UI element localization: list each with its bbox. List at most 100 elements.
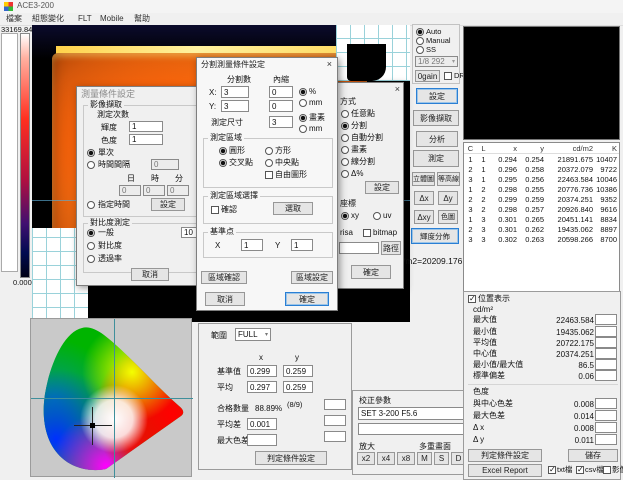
table-row[interactable]: 320.2980.25720926.8409616 [464, 204, 619, 214]
radio-normal[interactable] [87, 229, 95, 237]
split-cancel-button[interactable]: 取消 [205, 292, 245, 306]
dr-checkbox[interactable] [444, 72, 452, 80]
menu-file[interactable]: 檔案 [6, 15, 22, 23]
capture-button[interactable]: 影像擷取 [413, 110, 459, 126]
radio-mm-unit[interactable] [299, 125, 307, 133]
menu-help[interactable]: 幫助 [134, 15, 150, 23]
judge-condition-button[interactable]: 判定條件設定 [255, 451, 327, 465]
table-row[interactable]: 220.2990.25920374.2519352 [464, 194, 619, 204]
stats-judge-button[interactable]: 判定條件設定 [468, 449, 542, 462]
radio-xy[interactable] [341, 212, 349, 220]
radio-manual[interactable] [416, 37, 424, 45]
radio-auto[interactable] [416, 28, 424, 36]
excel-report-button[interactable]: Excel Report [468, 464, 542, 477]
settings-button[interactable]: 設定 [416, 88, 458, 104]
radio-single[interactable] [87, 149, 95, 157]
radio-square[interactable] [265, 147, 273, 155]
range-dropdown[interactable]: FULL▾ [235, 328, 271, 341]
radio-circle[interactable] [219, 147, 227, 155]
radio-contrast[interactable] [87, 242, 95, 250]
method-dialog[interactable]: × 方式 任意點 分割 自動分割 畫素 線分割 Δ% 設定 座標 xy uv r… [334, 82, 404, 289]
colorbar-gradient[interactable] [20, 33, 30, 278]
x-inset-field[interactable]: 0 [269, 86, 293, 98]
radio-delta-pct[interactable] [341, 170, 349, 178]
radio-interval[interactable] [87, 161, 95, 169]
bitmap-checkbox[interactable] [363, 229, 371, 237]
size-field[interactable]: 3 [269, 116, 293, 128]
radio-auto-split[interactable] [341, 134, 349, 142]
chroma-count-field[interactable]: 1 [129, 134, 163, 145]
free-shape-checkbox[interactable] [265, 171, 273, 179]
radio-cross-point[interactable] [219, 159, 227, 167]
area-confirm-button[interactable]: 區域確認 [201, 271, 247, 284]
menu-flt[interactable]: FLT [78, 15, 92, 23]
solid-view-button[interactable]: 立體圖 [412, 172, 435, 186]
table-row[interactable]: 330.3020.26320598.2668700 [464, 234, 619, 244]
radio-pixel-unit[interactable] [299, 114, 307, 122]
ref-y-field[interactable]: 0.259 [283, 365, 313, 377]
radio-center-point[interactable] [265, 159, 273, 167]
method-set-button[interactable]: 設定 [365, 181, 399, 194]
radio-any-point[interactable] [341, 110, 349, 118]
camera-preview[interactable] [463, 26, 620, 140]
method-ok-button[interactable]: 確定 [351, 265, 391, 279]
menu-config[interactable]: 組態變化 [32, 15, 64, 23]
radio-uv[interactable] [373, 212, 381, 220]
y-inset-field[interactable]: 0 [269, 100, 293, 112]
radio-mm[interactable] [299, 99, 307, 107]
pick-button[interactable]: 選取 [273, 202, 313, 215]
path-field[interactable] [339, 242, 379, 254]
position-display-checkbox[interactable] [468, 295, 476, 303]
ref-x-field[interactable]: 0.299 [247, 365, 277, 377]
table-row[interactable]: 230.3010.26219435.0628897 [464, 224, 619, 234]
calibration-extra-field[interactable] [358, 423, 464, 435]
multi-m-button[interactable]: M [417, 452, 432, 465]
table-row[interactable]: 310.2950.25622463.58410046 [464, 174, 619, 184]
confirm-checkbox[interactable] [211, 206, 219, 214]
base-y-field[interactable]: 1 [291, 239, 313, 251]
image-file-checkbox[interactable] [603, 466, 611, 474]
shutter-dropdown[interactable]: 1/8 292▾ [415, 56, 458, 67]
path-button[interactable]: 路徑 [381, 241, 401, 255]
csv-file-checkbox[interactable] [576, 466, 584, 474]
radio-percent[interactable] [299, 88, 307, 96]
radio-pixel[interactable] [341, 146, 349, 154]
split-ok-button[interactable]: 確定 [285, 292, 329, 306]
y-div-field[interactable]: 3 [221, 100, 249, 112]
calibration-set-field[interactable]: SET 3-200 F5.6 [358, 407, 464, 420]
zoom-x8-button[interactable]: x8 [397, 452, 415, 465]
colormap-button[interactable]: 色圖 [438, 210, 458, 224]
split-settings-dialog[interactable]: 分割測量條件設定 × 分割數 內縮 X: 3 0 % mm Y: 3 0 測定尺… [196, 57, 338, 311]
delta-y-button[interactable]: Δy [438, 191, 458, 205]
close-icon[interactable]: × [395, 85, 400, 94]
radio-spec-time[interactable] [87, 201, 95, 209]
area-set-button[interactable]: 區域設定 [291, 271, 333, 284]
close-icon[interactable]: × [327, 60, 332, 69]
radio-split[interactable] [341, 122, 349, 130]
measure-button[interactable]: 測定 [413, 150, 459, 167]
delta-x-button[interactable]: Δx [414, 191, 434, 205]
save-button[interactable]: 儲存 [568, 449, 618, 462]
zoom-x4-button[interactable]: x4 [377, 452, 395, 465]
txt-file-checkbox[interactable] [548, 466, 556, 474]
table-row[interactable]: 130.3010.26520451.1418834 [464, 214, 619, 224]
contour-button[interactable]: 等高線 [437, 172, 460, 186]
cancel-button[interactable]: 取消 [131, 268, 169, 281]
radio-transmit[interactable] [87, 255, 95, 263]
luminance-dist-button[interactable]: 輝度分佈 [411, 228, 459, 244]
table-row[interactable]: 110.2940.25421891.67510407 [464, 154, 619, 164]
analyze-button[interactable]: 分析 [416, 131, 458, 147]
base-x-field[interactable]: 1 [241, 239, 263, 251]
lum-count-field[interactable]: 1 [129, 121, 163, 132]
multi-s-button[interactable]: S [434, 452, 449, 465]
zoom-x2-button[interactable]: x2 [357, 452, 375, 465]
menu-mobile[interactable]: Mobile [100, 15, 124, 23]
delta-xy-button[interactable]: Δxy [414, 210, 434, 224]
radio-line-split[interactable] [341, 158, 349, 166]
spec-time-set-button[interactable]: 設定 [151, 198, 185, 211]
table-row[interactable]: 210.2960.25820372.0799722 [464, 164, 619, 174]
measurement-table[interactable]: C L x y cd/m2 K 110.2940.25421891.675104… [463, 142, 620, 296]
cie-diagram-panel[interactable] [30, 318, 192, 477]
table-row[interactable]: 120.2980.25520776.73610386 [464, 184, 619, 194]
gain-button[interactable]: 0gain [415, 70, 440, 82]
